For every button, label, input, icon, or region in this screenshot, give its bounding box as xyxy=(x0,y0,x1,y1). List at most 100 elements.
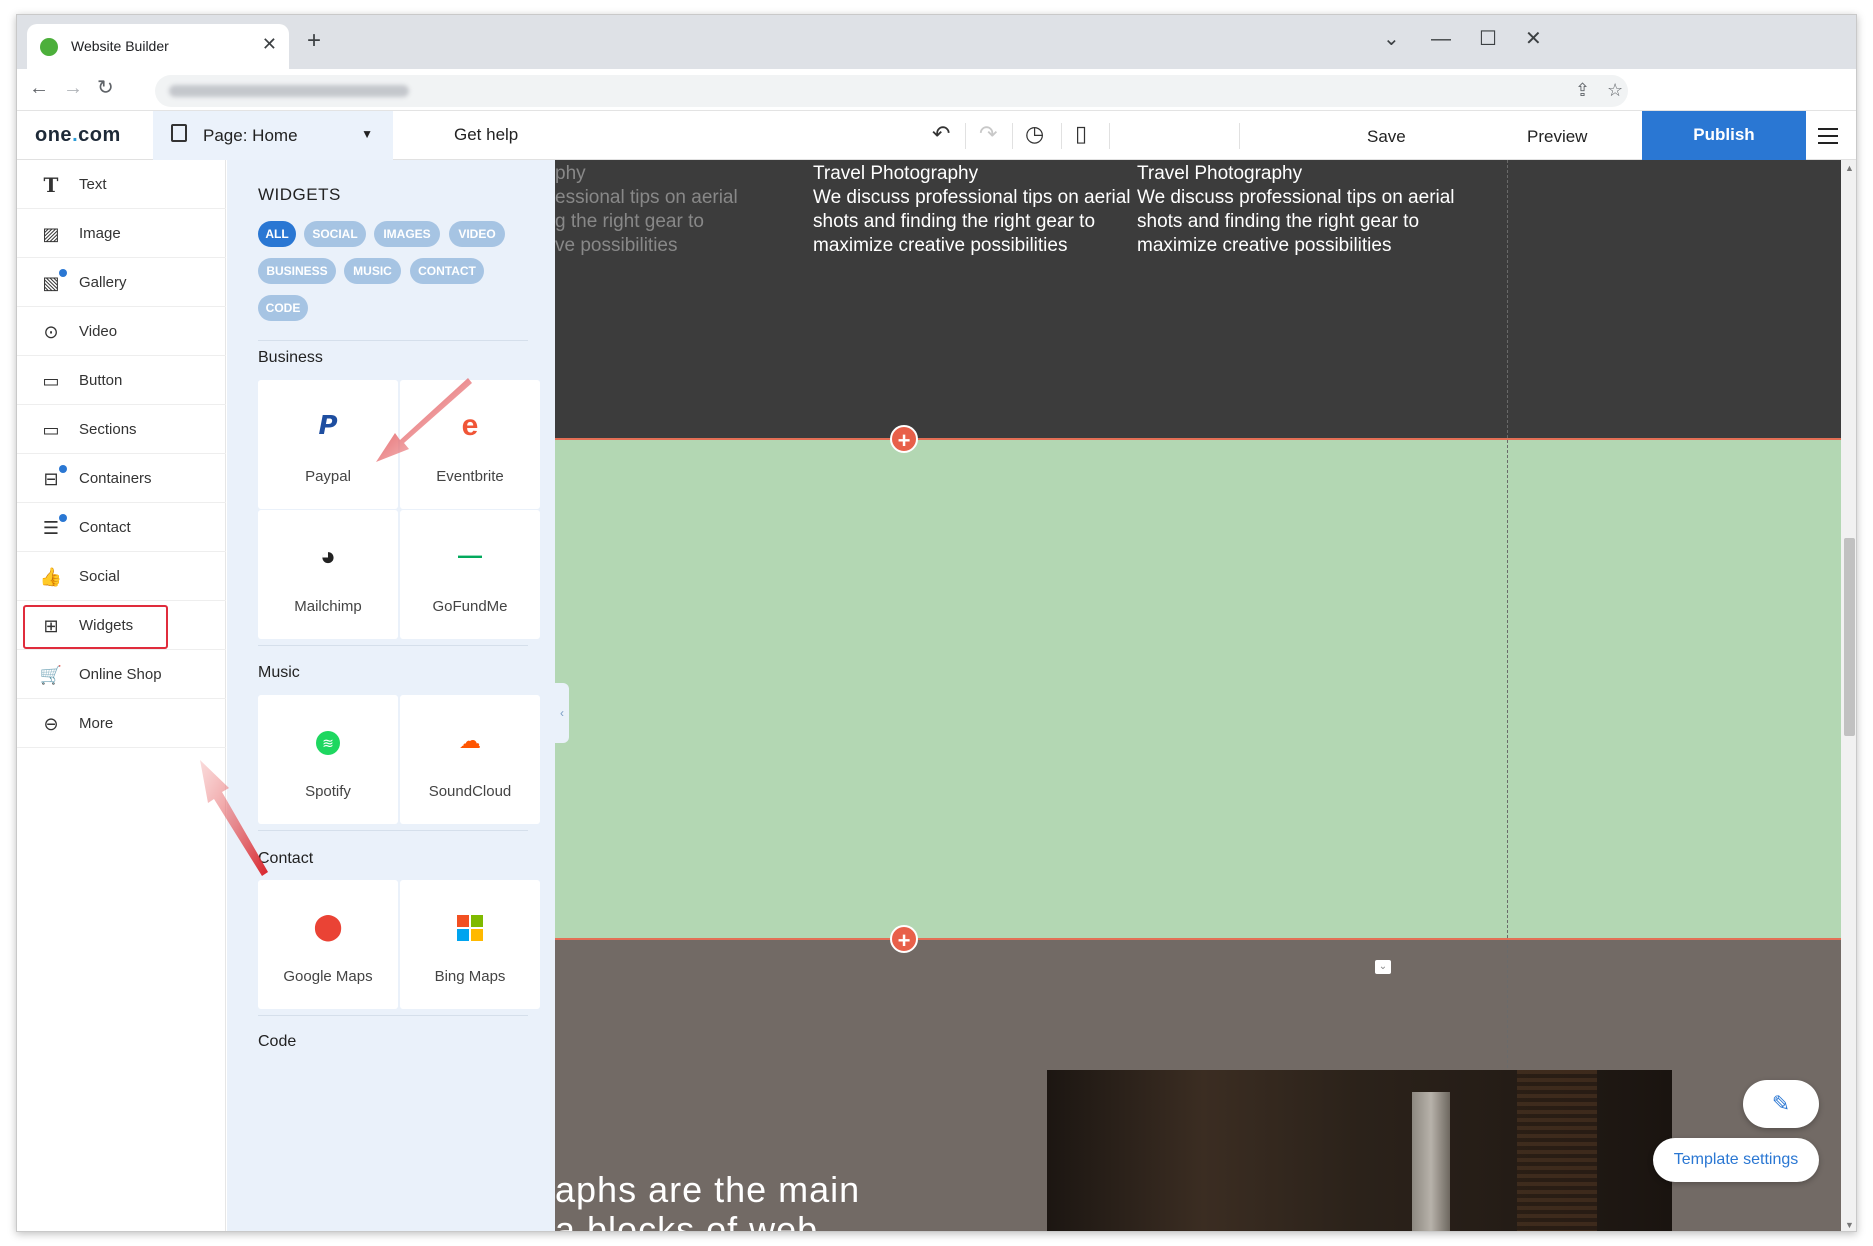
design-edit-button[interactable]: ✎ xyxy=(1743,1080,1819,1128)
big-heading-text[interactable]: aphs are the main a blocks of web xyxy=(555,1170,860,1232)
page-canvas[interactable]: phy essional tips on aerial g the right … xyxy=(555,160,1841,1232)
favicon-icon xyxy=(40,38,58,56)
image-icon: ▨ xyxy=(42,224,60,244)
sidebar-item-containers[interactable]: ⊟ Containers xyxy=(17,454,226,503)
filter-chip-video[interactable]: VIDEO xyxy=(449,221,505,247)
maximize-icon[interactable]: ☐ xyxy=(1479,29,1497,49)
undo-icon[interactable]: ↶ xyxy=(932,121,950,147)
publish-button[interactable]: Publish xyxy=(1642,111,1806,160)
sidebar-item-image[interactable]: ▨ Image xyxy=(17,209,226,258)
tab-title: Website Builder xyxy=(71,38,169,54)
widget-card-gofundme[interactable]: ▬▬▬ GoFundMe xyxy=(400,510,540,639)
text-column-1[interactable]: phy essional tips on aerial g the right … xyxy=(555,162,738,258)
section-handle-chevron-icon[interactable]: ⌄ xyxy=(1375,960,1391,974)
filter-chip-contact[interactable]: CONTACT xyxy=(410,258,484,284)
sidebar-item-more[interactable]: ⊖ More xyxy=(17,699,226,748)
page-value: Home xyxy=(252,126,298,145)
mobile-view-icon[interactable]: ▯ xyxy=(1075,121,1087,147)
vertical-scrollbar[interactable]: ▲ ▼ xyxy=(1841,160,1856,1231)
address-row: ← → ↻ ⇪ ☆ xyxy=(17,69,1856,111)
widget-card-eventbrite[interactable]: e Eventbrite xyxy=(400,380,540,509)
new-badge-dot xyxy=(59,514,67,522)
scrollbar-thumb[interactable] xyxy=(1844,538,1855,736)
save-button[interactable]: Save xyxy=(1367,127,1406,147)
page-select[interactable]: Page: Home ▼ xyxy=(153,111,393,160)
divider xyxy=(258,1015,528,1016)
minimize-icon[interactable]: — xyxy=(1431,29,1451,49)
widget-card-google-maps[interactable]: ⬤ Google Maps xyxy=(258,880,398,1009)
tab-strip: Website Builder ✕ + ⌄ — ☐ ✕ xyxy=(17,15,1856,69)
widget-card-paypal[interactable]: P Paypal xyxy=(258,380,398,509)
sidebar-item-gallery[interactable]: ▧ Gallery xyxy=(17,258,226,307)
hamburger-menu-icon[interactable] xyxy=(1818,123,1840,145)
reload-icon[interactable]: ↻ xyxy=(97,77,114,99)
photo-blind xyxy=(1517,1070,1597,1231)
section-title-business: Business xyxy=(258,349,323,366)
tab-search-chevron-icon[interactable]: ⌄ xyxy=(1383,29,1400,49)
text-column-2[interactable]: Travel Photography We discuss profession… xyxy=(813,162,1131,258)
filter-chip-code[interactable]: CODE xyxy=(258,295,308,321)
more-icon: ⊖ xyxy=(43,714,59,734)
add-section-plus-icon[interactable]: + xyxy=(890,425,918,453)
share-icon[interactable]: ⇪ xyxy=(1575,80,1590,101)
filter-chip-music[interactable]: MUSIC xyxy=(344,258,401,284)
window-close-icon[interactable]: ✕ xyxy=(1525,29,1542,49)
filter-chip-business[interactable]: BUSINESS xyxy=(258,258,336,284)
cart-icon: 🛒 xyxy=(39,665,63,685)
empty-green-section[interactable] xyxy=(555,440,1841,940)
divider xyxy=(258,830,528,831)
photo-image[interactable] xyxy=(1047,1070,1672,1231)
browser-tab[interactable]: Website Builder ✕ xyxy=(27,24,289,69)
brand-logo[interactable]: one.com xyxy=(35,124,121,147)
scroll-up-icon[interactable]: ▲ xyxy=(1844,163,1855,173)
new-tab-icon[interactable]: + xyxy=(307,29,321,53)
template-settings-button[interactable]: Template settings xyxy=(1653,1138,1819,1182)
widget-card-soundcloud[interactable]: ☁ SoundCloud xyxy=(400,695,540,824)
filter-chip-all[interactable]: ALL xyxy=(258,221,296,247)
text-icon: T xyxy=(43,173,59,197)
dark-section[interactable]: phy essional tips on aerial g the right … xyxy=(555,160,1841,440)
forward-icon[interactable]: → xyxy=(63,77,83,99)
scroll-down-icon[interactable]: ▼ xyxy=(1844,1220,1855,1230)
divider xyxy=(1239,123,1240,149)
redo-icon[interactable]: ↷ xyxy=(979,121,997,147)
new-badge-dot xyxy=(59,269,67,277)
section-guide-line xyxy=(555,438,1841,440)
filter-chip-images[interactable]: IMAGES xyxy=(374,221,440,247)
history-icon[interactable]: ◷ xyxy=(1025,121,1044,147)
get-help-link[interactable]: Get help xyxy=(454,125,518,145)
eventbrite-icon: e xyxy=(461,409,479,442)
bookmark-star-icon[interactable]: ☆ xyxy=(1607,80,1623,101)
add-section-plus-icon[interactable]: + xyxy=(890,925,918,953)
element-sidebar: T Text ▨ Image ▧ Gallery ⊙ Video ▭ Butto… xyxy=(17,160,226,1231)
sidebar-item-social[interactable]: 👍 Social xyxy=(17,552,226,601)
divider xyxy=(1061,123,1062,149)
page-label: Page: xyxy=(203,126,248,145)
widget-card-mailchimp[interactable]: ◕ Mailchimp xyxy=(258,510,398,639)
widget-card-spotify[interactable]: ≋ Spotify xyxy=(258,695,398,824)
blurred-url xyxy=(169,85,409,97)
sidebar-item-online-shop[interactable]: 🛒 Online Shop xyxy=(17,650,226,699)
sidebar-item-button[interactable]: ▭ Button xyxy=(17,356,226,405)
back-icon[interactable]: ← xyxy=(29,77,49,99)
section-guide-line xyxy=(555,938,1841,940)
sidebar-item-contact[interactable]: ☰ Contact xyxy=(17,503,226,552)
thumbs-up-icon: 👍 xyxy=(39,567,63,587)
url-bar[interactable]: ⇪ ☆ xyxy=(155,75,1628,107)
sidebar-item-text[interactable]: T Text xyxy=(17,160,226,209)
sidebar-item-video[interactable]: ⊙ Video xyxy=(17,307,226,356)
collapse-panel-chevron-icon[interactable]: ‹ xyxy=(555,683,569,743)
mailchimp-icon: ◕ xyxy=(320,541,336,571)
photo-pillar xyxy=(1412,1092,1450,1231)
tab-close-icon[interactable]: ✕ xyxy=(262,34,277,55)
browser-window: Website Builder ✕ + ⌄ — ☐ ✕ ← → ↻ ⇪ ☆ on… xyxy=(16,14,1857,1232)
divider xyxy=(1012,123,1013,149)
builder-header: one.com Page: Home ▼ Get help ↶ ↷ ◷ ▯ Sa… xyxy=(17,111,1856,160)
sidebar-item-sections[interactable]: ▭ Sections xyxy=(17,405,226,454)
soundcloud-icon: ☁ xyxy=(459,728,481,753)
widget-card-bing-maps[interactable]: Bing Maps xyxy=(400,880,540,1009)
preview-button[interactable]: Preview xyxy=(1527,127,1587,147)
paypal-icon: P xyxy=(318,411,338,441)
filter-chip-social[interactable]: SOCIAL xyxy=(304,221,366,247)
text-column-3[interactable]: Travel Photography We discuss profession… xyxy=(1137,162,1455,258)
